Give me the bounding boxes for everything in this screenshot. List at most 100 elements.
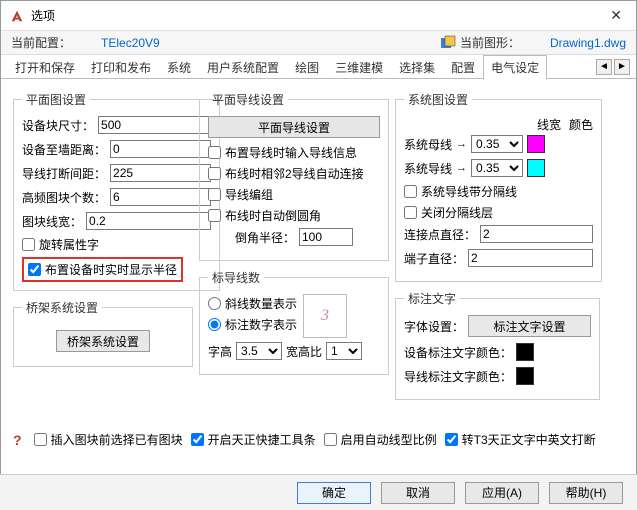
- rotate-attr-checkbox[interactable]: [22, 238, 35, 251]
- busbar-label: 系统母线: [404, 136, 452, 153]
- wire-label: 系统导线: [404, 160, 452, 177]
- apply-button[interactable]: 应用(A): [465, 482, 539, 504]
- font-h-label: 字高: [208, 343, 232, 360]
- adjacent-auto-checkbox[interactable]: [208, 167, 221, 180]
- close-sep-checkbox[interactable]: [404, 206, 417, 219]
- profile-value: TElec20V9: [101, 36, 160, 50]
- fillet-r-input[interactable]: [299, 228, 353, 246]
- close-sep-label: 关闭分隔线层: [421, 204, 493, 221]
- col-lw-label: 线宽: [537, 116, 561, 133]
- term-d-input[interactable]: [468, 249, 593, 267]
- realtime-radius-highlight: 布置设备时实时显示半径: [22, 257, 183, 282]
- digit-radio[interactable]: [208, 318, 221, 331]
- auto-ltype-label: 启用自动线型比例: [341, 431, 437, 448]
- rotate-attr-label: 旋转属性字: [39, 236, 99, 253]
- callout-group: 标导线数 斜线数量表示 标注数字表示 3 字高 3.5 宽高比 1: [199, 269, 389, 375]
- drawing-value: Drawing1.dwg: [550, 36, 626, 50]
- cancel-button[interactable]: 取消: [381, 482, 455, 504]
- callout-legend: 标导线数: [208, 269, 264, 286]
- tab-3[interactable]: 用户系统配置: [199, 55, 287, 79]
- term-d-label: 端子直径：: [404, 250, 464, 267]
- to-wall-label: 设备至墙距离：: [22, 141, 106, 158]
- help-button[interactable]: 帮助(H): [549, 482, 623, 504]
- wire-text-color-swatch[interactable]: [516, 367, 534, 385]
- plane-settings-group: 平面图设置 设备块尺寸： 设备至墙距离： 导线打断间距： 高频图块个数： 图块线…: [13, 91, 220, 291]
- sep-line-checkbox[interactable]: [404, 185, 417, 198]
- tab-0[interactable]: 打开和保存: [7, 55, 83, 79]
- arrow-icon: →: [456, 162, 467, 174]
- sep-line-label: 系统导线带分隔线: [421, 183, 517, 200]
- sys-settings-legend: 系统图设置: [404, 91, 472, 108]
- wire-settings-button[interactable]: 平面导线设置: [208, 116, 380, 138]
- tab-4[interactable]: 绘图: [287, 55, 327, 79]
- t3-punct-label: 转T3天正文字中英文打断: [462, 431, 596, 448]
- t3-punct-checkbox[interactable]: [445, 433, 458, 446]
- auto-fillet-label: 布线时自动倒圆角: [225, 207, 321, 224]
- wire-color-label: 导线标注文字颜色：: [404, 368, 512, 385]
- drawing-label: 当前图形：: [460, 34, 520, 51]
- tab-scroll-left[interactable]: ◄: [596, 59, 612, 75]
- window-title: 选项: [31, 7, 604, 24]
- break-input[interactable]: [110, 164, 211, 182]
- conn-d-input[interactable]: [480, 225, 593, 243]
- break-label: 导线打断间距：: [22, 165, 106, 182]
- arrow-icon: →: [456, 138, 467, 150]
- font-set-label: 字体设置：: [404, 318, 464, 335]
- tab-scroll-right[interactable]: ►: [614, 59, 630, 75]
- busbar-color-swatch[interactable]: [527, 135, 545, 153]
- block-size-label: 设备块尺寸：: [22, 117, 94, 134]
- line-w-input[interactable]: [86, 212, 211, 230]
- tab-1[interactable]: 打印和发布: [83, 55, 159, 79]
- text-settings-legend: 标注文字: [404, 290, 460, 307]
- busbar-lw-select[interactable]: 0.35: [471, 135, 523, 153]
- pre-select-label: 插入图块前选择已有图块: [51, 431, 183, 448]
- wire-settings-group: 平面导线设置 平面导线设置 布置导线时输入导线信息 布线时相邻2导线自动连接 导…: [199, 91, 389, 261]
- bridge-legend: 桥架系统设置: [22, 299, 102, 316]
- slant-radio[interactable]: [208, 297, 221, 310]
- wire-edit-checkbox[interactable]: [208, 188, 221, 201]
- tab-2[interactable]: 系统: [159, 55, 199, 79]
- dev-color-label: 设备标注文字颜色：: [404, 344, 512, 361]
- realtime-radius-checkbox[interactable]: [28, 263, 41, 276]
- font-h-select[interactable]: 3.5: [236, 342, 282, 360]
- bridge-button[interactable]: 桥架系统设置: [56, 330, 150, 352]
- digit-radio-label: 标注数字表示: [225, 316, 297, 333]
- sys-settings-group: 系统图设置 线宽颜色 系统母线→ 0.35 系统导线→ 0.35 系统导线带分隔…: [395, 91, 602, 282]
- tab-8[interactable]: 电气设定: [483, 55, 547, 80]
- pre-select-checkbox[interactable]: [34, 433, 47, 446]
- enable-toolbar-checkbox[interactable]: [191, 433, 204, 446]
- help-icon[interactable]: ?: [13, 432, 22, 448]
- app-icon: [9, 8, 25, 24]
- block-size-input[interactable]: [98, 116, 211, 134]
- drawing-icon: [440, 35, 456, 51]
- bottom-checks-row: ? 插入图块前选择已有图块 开启天正快捷工具条 启用自动线型比例 转T3天正文字…: [13, 420, 624, 455]
- tab-scroll: ◄ ►: [596, 59, 630, 75]
- tab-5[interactable]: 三维建模: [327, 55, 391, 79]
- wire-color-swatch[interactable]: [527, 159, 545, 177]
- tab-bar: 打开和保存打印和发布系统用户系统配置绘图三维建模选择集配置电气设定 ◄ ►: [1, 55, 636, 79]
- tab-7[interactable]: 配置: [443, 55, 483, 79]
- dev-color-swatch[interactable]: [516, 343, 534, 361]
- adjacent-auto-label: 布线时相邻2导线自动连接: [225, 165, 364, 182]
- ok-button[interactable]: 确定: [297, 482, 371, 504]
- realtime-radius-label: 布置设备时实时显示半径: [45, 261, 177, 278]
- slant-radio-label: 斜线数量表示: [225, 295, 297, 312]
- to-wall-input[interactable]: [110, 140, 211, 158]
- tab-6[interactable]: 选择集: [391, 55, 443, 79]
- wire-edit-label: 导线编组: [225, 186, 273, 203]
- input-wire-info-label: 布置导线时输入导线信息: [225, 144, 357, 161]
- hf-count-input[interactable]: [110, 188, 211, 206]
- auto-ltype-checkbox[interactable]: [324, 433, 337, 446]
- profile-label: 当前配置：: [11, 34, 71, 51]
- ratio-label: 宽高比: [286, 343, 322, 360]
- bridge-group: 桥架系统设置 桥架系统设置: [13, 299, 193, 367]
- plane-settings-legend: 平面图设置: [22, 91, 90, 108]
- font-set-button[interactable]: 标注文字设置: [468, 315, 591, 337]
- fillet-r-label: 倒角半径：: [235, 229, 295, 246]
- input-wire-info-checkbox[interactable]: [208, 146, 221, 159]
- auto-fillet-checkbox[interactable]: [208, 209, 221, 222]
- close-icon[interactable]: ✕: [604, 7, 628, 24]
- wire-settings-legend: 平面导线设置: [208, 91, 288, 108]
- wire-lw-select[interactable]: 0.35: [471, 159, 523, 177]
- ratio-select[interactable]: 1: [326, 342, 362, 360]
